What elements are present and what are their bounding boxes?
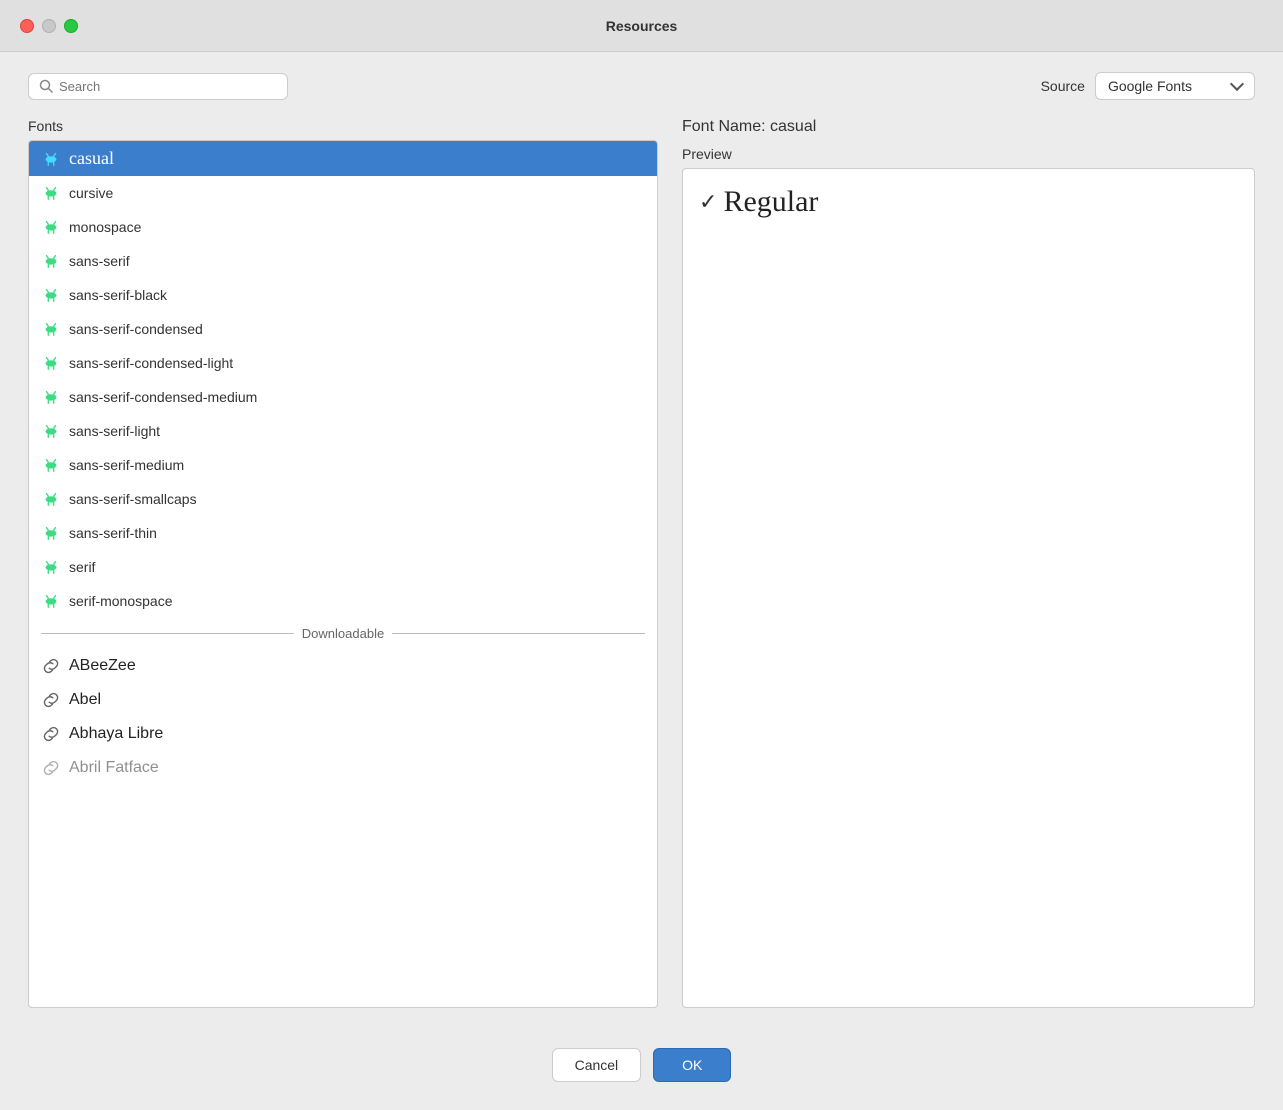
font-item-name: sans-serif-smallcaps xyxy=(69,491,197,507)
font-list-item[interactable]: sans-serif-light xyxy=(29,414,657,448)
font-list-item[interactable]: sans-serif-condensed-medium xyxy=(29,380,657,414)
downloadable-font-name: Abril Fatface xyxy=(69,759,159,777)
android-icon xyxy=(41,455,61,475)
font-list-item[interactable]: monospace xyxy=(29,210,657,244)
font-item-name: serif xyxy=(69,559,95,575)
source-container: Source Google Fonts xyxy=(1041,72,1255,100)
font-list-item[interactable]: sans-serif-thin xyxy=(29,516,657,550)
font-list-container: casual cursive monospace sans-serif xyxy=(28,140,658,1008)
downloadable-font-item[interactable]: Abel xyxy=(29,683,657,717)
font-list-item[interactable]: cursive xyxy=(29,176,657,210)
panel-area: Fonts casual cursive xyxy=(28,118,1255,1008)
android-icon xyxy=(41,489,61,509)
chevron-down-icon xyxy=(1230,77,1244,91)
font-list-item[interactable]: sans-serif-medium xyxy=(29,448,657,482)
android-icon xyxy=(41,319,61,339)
android-icon xyxy=(41,149,61,169)
downloadable-font-item[interactable]: Abril Fatface xyxy=(29,751,657,785)
android-icon xyxy=(41,353,61,373)
downloadable-font-item[interactable]: Abhaya Libre xyxy=(29,717,657,751)
link-icon xyxy=(41,656,61,676)
font-item-name: cursive xyxy=(69,185,113,201)
font-list-item[interactable]: serif-monospace xyxy=(29,584,657,618)
android-icon xyxy=(41,421,61,441)
downloadable-font-name: Abel xyxy=(69,691,101,709)
downloadable-font-name: ABeeZee xyxy=(69,657,136,675)
search-input[interactable] xyxy=(59,79,277,94)
link-icon xyxy=(41,690,61,710)
font-list-item[interactable]: sans-serif xyxy=(29,244,657,278)
bottom-buttons: Cancel OK xyxy=(524,1028,760,1110)
top-bar: Source Google Fonts xyxy=(28,72,1255,100)
font-item-name: serif-monospace xyxy=(69,593,173,609)
link-icon xyxy=(41,724,61,744)
preview-text: Regular xyxy=(723,185,818,219)
font-item-name: sans-serif-light xyxy=(69,423,160,439)
font-item-name: sans-serif-medium xyxy=(69,457,184,473)
preview-label: Preview xyxy=(682,146,1255,162)
traffic-lights xyxy=(20,19,78,33)
left-panel: Fonts casual cursive xyxy=(28,118,658,1008)
android-icon xyxy=(41,591,61,611)
font-item-name: sans-serif-condensed-medium xyxy=(69,389,257,405)
downloadable-font-name: Abhaya Libre xyxy=(69,725,163,743)
source-select-value: Google Fonts xyxy=(1108,78,1192,94)
font-list-item[interactable]: sans-serif-smallcaps xyxy=(29,482,657,516)
right-panel: Font Name: casual Preview ✓ Regular xyxy=(658,118,1255,1008)
font-item-name: sans-serif xyxy=(69,253,130,269)
android-icon xyxy=(41,523,61,543)
font-item-name: sans-serif-black xyxy=(69,287,167,303)
close-button[interactable] xyxy=(20,19,34,33)
font-list-item[interactable]: sans-serif-black xyxy=(29,278,657,312)
ok-button[interactable]: OK xyxy=(653,1048,731,1082)
window-title: Resources xyxy=(606,18,678,34)
android-icon xyxy=(41,387,61,407)
font-list-item[interactable]: sans-serif-condensed xyxy=(29,312,657,346)
search-icon xyxy=(39,79,53,93)
font-item-name: sans-serif-condensed-light xyxy=(69,355,233,371)
android-icon xyxy=(41,217,61,237)
font-item-name: casual xyxy=(69,148,114,169)
downloadable-label: Downloadable xyxy=(302,626,384,641)
link-icon xyxy=(41,758,61,778)
main-content: Source Google Fonts Fonts casual xyxy=(0,52,1283,1028)
search-container xyxy=(28,73,288,100)
source-select[interactable]: Google Fonts xyxy=(1095,72,1255,100)
minimize-button[interactable] xyxy=(42,19,56,33)
maximize-button[interactable] xyxy=(64,19,78,33)
downloadable-divider: Downloadable xyxy=(29,618,657,649)
divider-line-left xyxy=(41,633,294,634)
font-name-heading: Font Name: casual xyxy=(682,118,1255,136)
cancel-button[interactable]: Cancel xyxy=(552,1048,642,1082)
font-item-name: monospace xyxy=(69,219,141,235)
preview-box: ✓ Regular xyxy=(682,168,1255,1008)
divider-line-right xyxy=(392,633,645,634)
font-list-item[interactable]: serif xyxy=(29,550,657,584)
title-bar: Resources xyxy=(0,0,1283,52)
downloadable-font-item[interactable]: ABeeZee xyxy=(29,649,657,683)
android-icon xyxy=(41,557,61,577)
android-icon xyxy=(41,285,61,305)
font-item-name: sans-serif-thin xyxy=(69,525,157,541)
android-icon xyxy=(41,251,61,271)
android-icon xyxy=(41,183,61,203)
font-item-name: sans-serif-condensed xyxy=(69,321,203,337)
source-label: Source xyxy=(1041,78,1085,94)
fonts-section-label: Fonts xyxy=(28,118,658,134)
font-list[interactable]: casual cursive monospace sans-serif xyxy=(29,141,657,1007)
font-list-item[interactable]: casual xyxy=(29,141,657,176)
preview-regular: ✓ Regular xyxy=(699,185,1238,219)
font-list-item[interactable]: sans-serif-condensed-light xyxy=(29,346,657,380)
checkmark-icon: ✓ xyxy=(699,189,717,215)
